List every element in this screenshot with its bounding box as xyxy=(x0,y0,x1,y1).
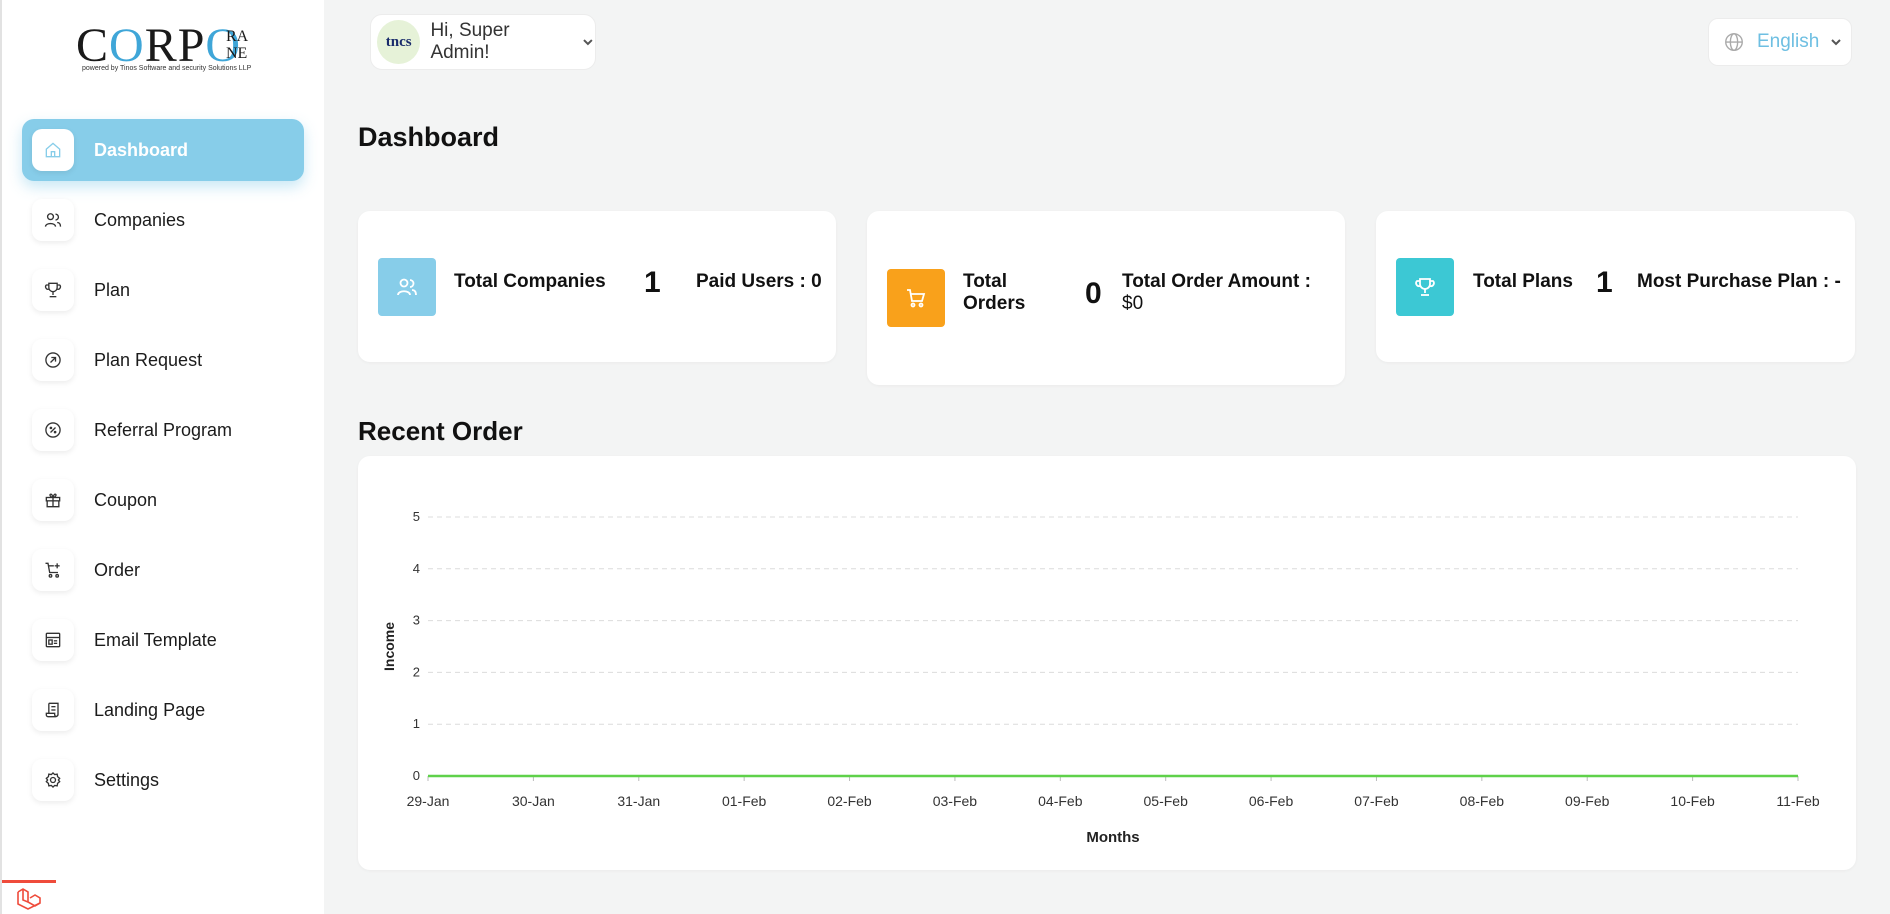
sidebar-item-email-template[interactable]: Email Template xyxy=(22,609,304,671)
sidebar-item-label: Order xyxy=(94,559,141,580)
x-tick-label: 11-Feb xyxy=(1776,793,1820,809)
sidebar-item-dashboard[interactable]: Dashboard xyxy=(22,119,304,181)
trophy-icon xyxy=(1396,258,1454,316)
sidebar-item-label: Companies xyxy=(94,209,186,230)
x-tick-label: 31-Jan xyxy=(617,793,660,809)
sidebar-item-landing-page[interactable]: Landing Page xyxy=(22,679,304,741)
page-title: Dashboard xyxy=(358,122,500,152)
sidebar-item-label: Coupon xyxy=(94,489,158,510)
x-tick-label: 10-Feb xyxy=(1670,793,1715,809)
sidebar-item-label: Dashboard xyxy=(94,139,189,160)
user-menu-button[interactable]: tncs Hi, Super Admin! xyxy=(370,14,596,70)
sidebar-item-plan-request[interactable]: Plan Request xyxy=(22,329,304,391)
y-tick-label: 5 xyxy=(413,509,420,524)
x-axis-label: Months xyxy=(1086,829,1139,846)
x-tick-label: 09-Feb xyxy=(1565,793,1610,809)
y-axis-label: Income xyxy=(381,622,397,671)
sidebar-item-label: Landing Page xyxy=(94,699,206,720)
sidebar-item-referral-program[interactable]: Referral Program xyxy=(22,399,304,461)
y-tick-label: 4 xyxy=(413,561,420,576)
chevron-down-icon xyxy=(583,39,593,46)
language-label: English xyxy=(1757,31,1820,52)
x-tick-label: 02-Feb xyxy=(827,793,872,809)
x-tick-label: 04-Feb xyxy=(1038,793,1083,809)
users-icon xyxy=(378,258,436,316)
sidebar-item-companies[interactable]: Companies xyxy=(22,189,304,251)
sidebar: CORPO RA NE powered by Tinos Software an… xyxy=(0,0,324,914)
sidebar-nav: Dashboard Companies Plan Plan Request Re… xyxy=(22,119,304,819)
sidebar-item-coupon[interactable]: Coupon xyxy=(22,469,304,531)
gift-icon xyxy=(32,479,74,521)
stat-card-plans: Total Plans 1 Most Purchase Plan : - xyxy=(1376,211,1855,362)
document-icon xyxy=(32,689,74,731)
brand-logo[interactable]: CORPO RA NE powered by Tinos Software an… xyxy=(76,22,256,78)
recent-order-chart: 0 1 2 3 4 5 29-Jan 30-Jan 31-Jan 01-Feb 02-Feb 03-F… xyxy=(381,509,1820,846)
sidebar-item-label: Email Template xyxy=(94,629,217,650)
avatar: tncs xyxy=(377,20,421,64)
language-selector[interactable]: English xyxy=(1708,18,1852,66)
logo-tagline: powered by Tinos Software and security S… xyxy=(82,65,252,72)
sidebar-item-settings[interactable]: Settings xyxy=(22,749,304,811)
stat-label: Total Orders xyxy=(963,271,1026,314)
sidebar-item-label: Plan xyxy=(94,279,131,300)
stat-label: Total Companies xyxy=(454,271,606,292)
x-tick-label: 08-Feb xyxy=(1460,793,1505,809)
users-icon xyxy=(32,199,74,241)
y-tick-label: 2 xyxy=(413,664,420,679)
template-icon xyxy=(32,619,74,661)
x-tick-label: 07-Feb xyxy=(1354,793,1399,809)
laravel-icon xyxy=(17,887,41,910)
trophy-icon xyxy=(32,269,74,311)
sidebar-item-plan[interactable]: Plan xyxy=(22,259,304,321)
stat-card-orders: Total Orders 0 Total Order Amount : $0 xyxy=(867,211,1345,385)
x-tick-label: 05-Feb xyxy=(1144,793,1189,809)
stat-extra: Paid Users : 0 xyxy=(696,271,822,292)
sidebar-item-label: Referral Program xyxy=(94,419,233,440)
section-title-recent-order: Recent Order xyxy=(358,416,523,446)
x-tick-label: 30-Jan xyxy=(512,793,555,809)
sidebar-item-order[interactable]: Order xyxy=(22,539,304,601)
stat-value: 1 xyxy=(644,266,661,299)
stat-card-companies: Total Companies 1 Paid Users : 0 xyxy=(358,211,836,362)
x-tick-label: 01-Feb xyxy=(722,793,767,809)
sidebar-item-label: Plan Request xyxy=(94,349,203,370)
globe-icon xyxy=(1725,33,1743,51)
stat-value: 0 xyxy=(1085,277,1102,310)
x-tick-label: 03-Feb xyxy=(933,793,978,809)
laravel-debugbar-toggle[interactable] xyxy=(2,880,56,914)
discount-icon xyxy=(32,409,74,451)
sidebar-item-label: Settings xyxy=(94,769,160,790)
x-tick-label: 06-Feb xyxy=(1249,793,1294,809)
y-tick-label: 1 xyxy=(413,716,420,731)
cart-icon xyxy=(887,269,945,327)
stat-extra: Total Order Amount : $0 xyxy=(1122,271,1311,314)
stat-value: 1 xyxy=(1596,266,1613,299)
x-tick-label: 29-Jan xyxy=(407,793,450,809)
y-tick-label: 3 xyxy=(413,613,420,628)
chevron-down-icon xyxy=(1831,39,1842,46)
y-tick-label: 0 xyxy=(413,768,420,783)
recent-order-chart-card: 0 1 2 3 4 5 29-Jan 30-Jan 31-Jan 01-Feb 02-Feb 03-F… xyxy=(358,456,1856,870)
user-greeting: Hi, Super Admin! xyxy=(430,20,510,63)
home-icon xyxy=(32,129,74,171)
stat-extra: Most Purchase Plan : - xyxy=(1637,271,1841,292)
cart-icon xyxy=(32,549,74,591)
stat-label: Total Plans xyxy=(1473,271,1573,292)
logo-side-text: RA NE xyxy=(226,28,249,62)
arrow-circle-icon xyxy=(32,339,74,381)
gear-icon xyxy=(32,759,74,801)
logo-main-text: CORPO xyxy=(76,19,242,72)
